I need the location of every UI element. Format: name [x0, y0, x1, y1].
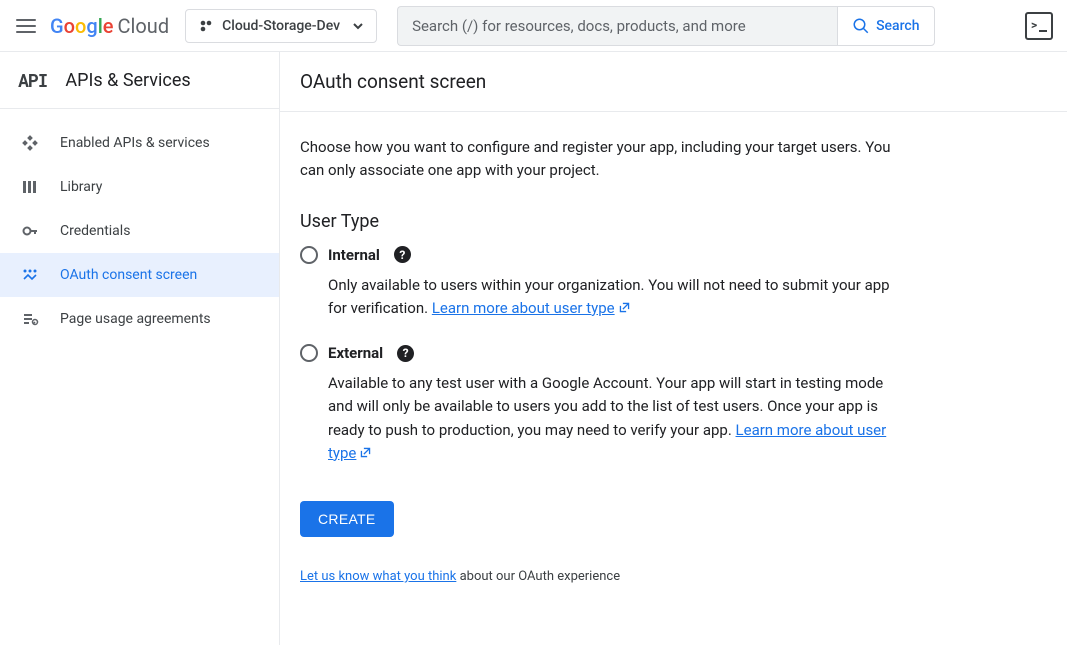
diamond-icon — [20, 133, 40, 153]
sidebar-item-label: Page usage agreements — [60, 311, 211, 327]
feedback-rest: about our OAuth experience — [456, 569, 620, 584]
sidebar-item-label: Library — [60, 179, 102, 195]
sidebar-item-page-usage-agreements[interactable]: Page usage agreements — [0, 297, 279, 341]
intro-text: Choose how you want to configure and reg… — [300, 136, 900, 183]
create-button[interactable]: CREATE — [300, 501, 394, 537]
radio-external[interactable] — [300, 344, 318, 362]
learn-more-link[interactable]: Learn more about user type — [432, 299, 615, 317]
page-title: OAuth consent screen — [280, 52, 1067, 112]
sidebar-title[interactable]: API APIs & Services — [0, 52, 279, 109]
external-link-icon — [359, 442, 372, 465]
google-cloud-logo[interactable]: Google Cloud — [50, 14, 169, 38]
sidebar-item-label: OAuth consent screen — [60, 267, 197, 283]
agreement-icon — [20, 309, 40, 329]
library-icon — [20, 177, 40, 197]
radio-desc-internal: Only available to users within your orga… — [328, 274, 900, 321]
header: Google Cloud Cloud-Storage-Dev Search (/… — [0, 0, 1067, 52]
search-button[interactable]: Search — [837, 6, 934, 46]
feedback-link[interactable]: Let us know what you think — [300, 569, 456, 584]
search-placeholder: Search (/) for resources, docs, products… — [412, 17, 746, 35]
sidebar-item-library[interactable]: Library — [0, 165, 279, 209]
sidebar: API APIs & Services Enabled APIs & servi… — [0, 52, 280, 645]
consent-icon — [20, 265, 40, 285]
help-icon[interactable]: ? — [397, 345, 414, 362]
logo-cloud-text: Cloud — [118, 14, 170, 38]
learn-more-link[interactable]: Learn more about user type — [328, 421, 886, 462]
radio-internal[interactable] — [300, 246, 318, 264]
search-container: Search (/) for resources, docs, products… — [397, 6, 934, 46]
sidebar-title-text: APIs & Services — [65, 70, 190, 91]
external-link-icon — [618, 297, 631, 320]
radio-label-external: External — [328, 344, 383, 362]
sidebar-item-credentials[interactable]: Credentials — [0, 209, 279, 253]
help-icon[interactable]: ? — [394, 246, 411, 263]
sidebar-item-enabled-apis-services[interactable]: Enabled APIs & services — [0, 121, 279, 165]
radio-desc-external: Available to any test user with a Google… — [328, 372, 900, 465]
chevron-down-icon — [352, 20, 364, 32]
feedback-line: Let us know what you think about our OAu… — [300, 569, 900, 584]
project-name: Cloud-Storage-Dev — [222, 18, 340, 34]
api-icon: API — [18, 68, 47, 92]
user-type-heading: User Type — [300, 211, 900, 232]
cloud-shell-icon[interactable] — [1025, 12, 1053, 40]
search-button-label: Search — [876, 18, 919, 34]
search-icon — [852, 17, 870, 35]
radio-label-internal: Internal — [328, 246, 380, 264]
search-input[interactable]: Search (/) for resources, docs, products… — [397, 6, 837, 46]
menu-icon[interactable] — [14, 14, 38, 38]
sidebar-item-label: Credentials — [60, 223, 130, 239]
key-icon — [20, 221, 40, 241]
project-icon — [198, 18, 214, 34]
sidebar-item-oauth-consent-screen[interactable]: OAuth consent screen — [0, 253, 279, 297]
sidebar-item-label: Enabled APIs & services — [60, 135, 210, 151]
main-panel: OAuth consent screen Choose how you want… — [280, 52, 1067, 645]
project-picker[interactable]: Cloud-Storage-Dev — [185, 9, 377, 43]
